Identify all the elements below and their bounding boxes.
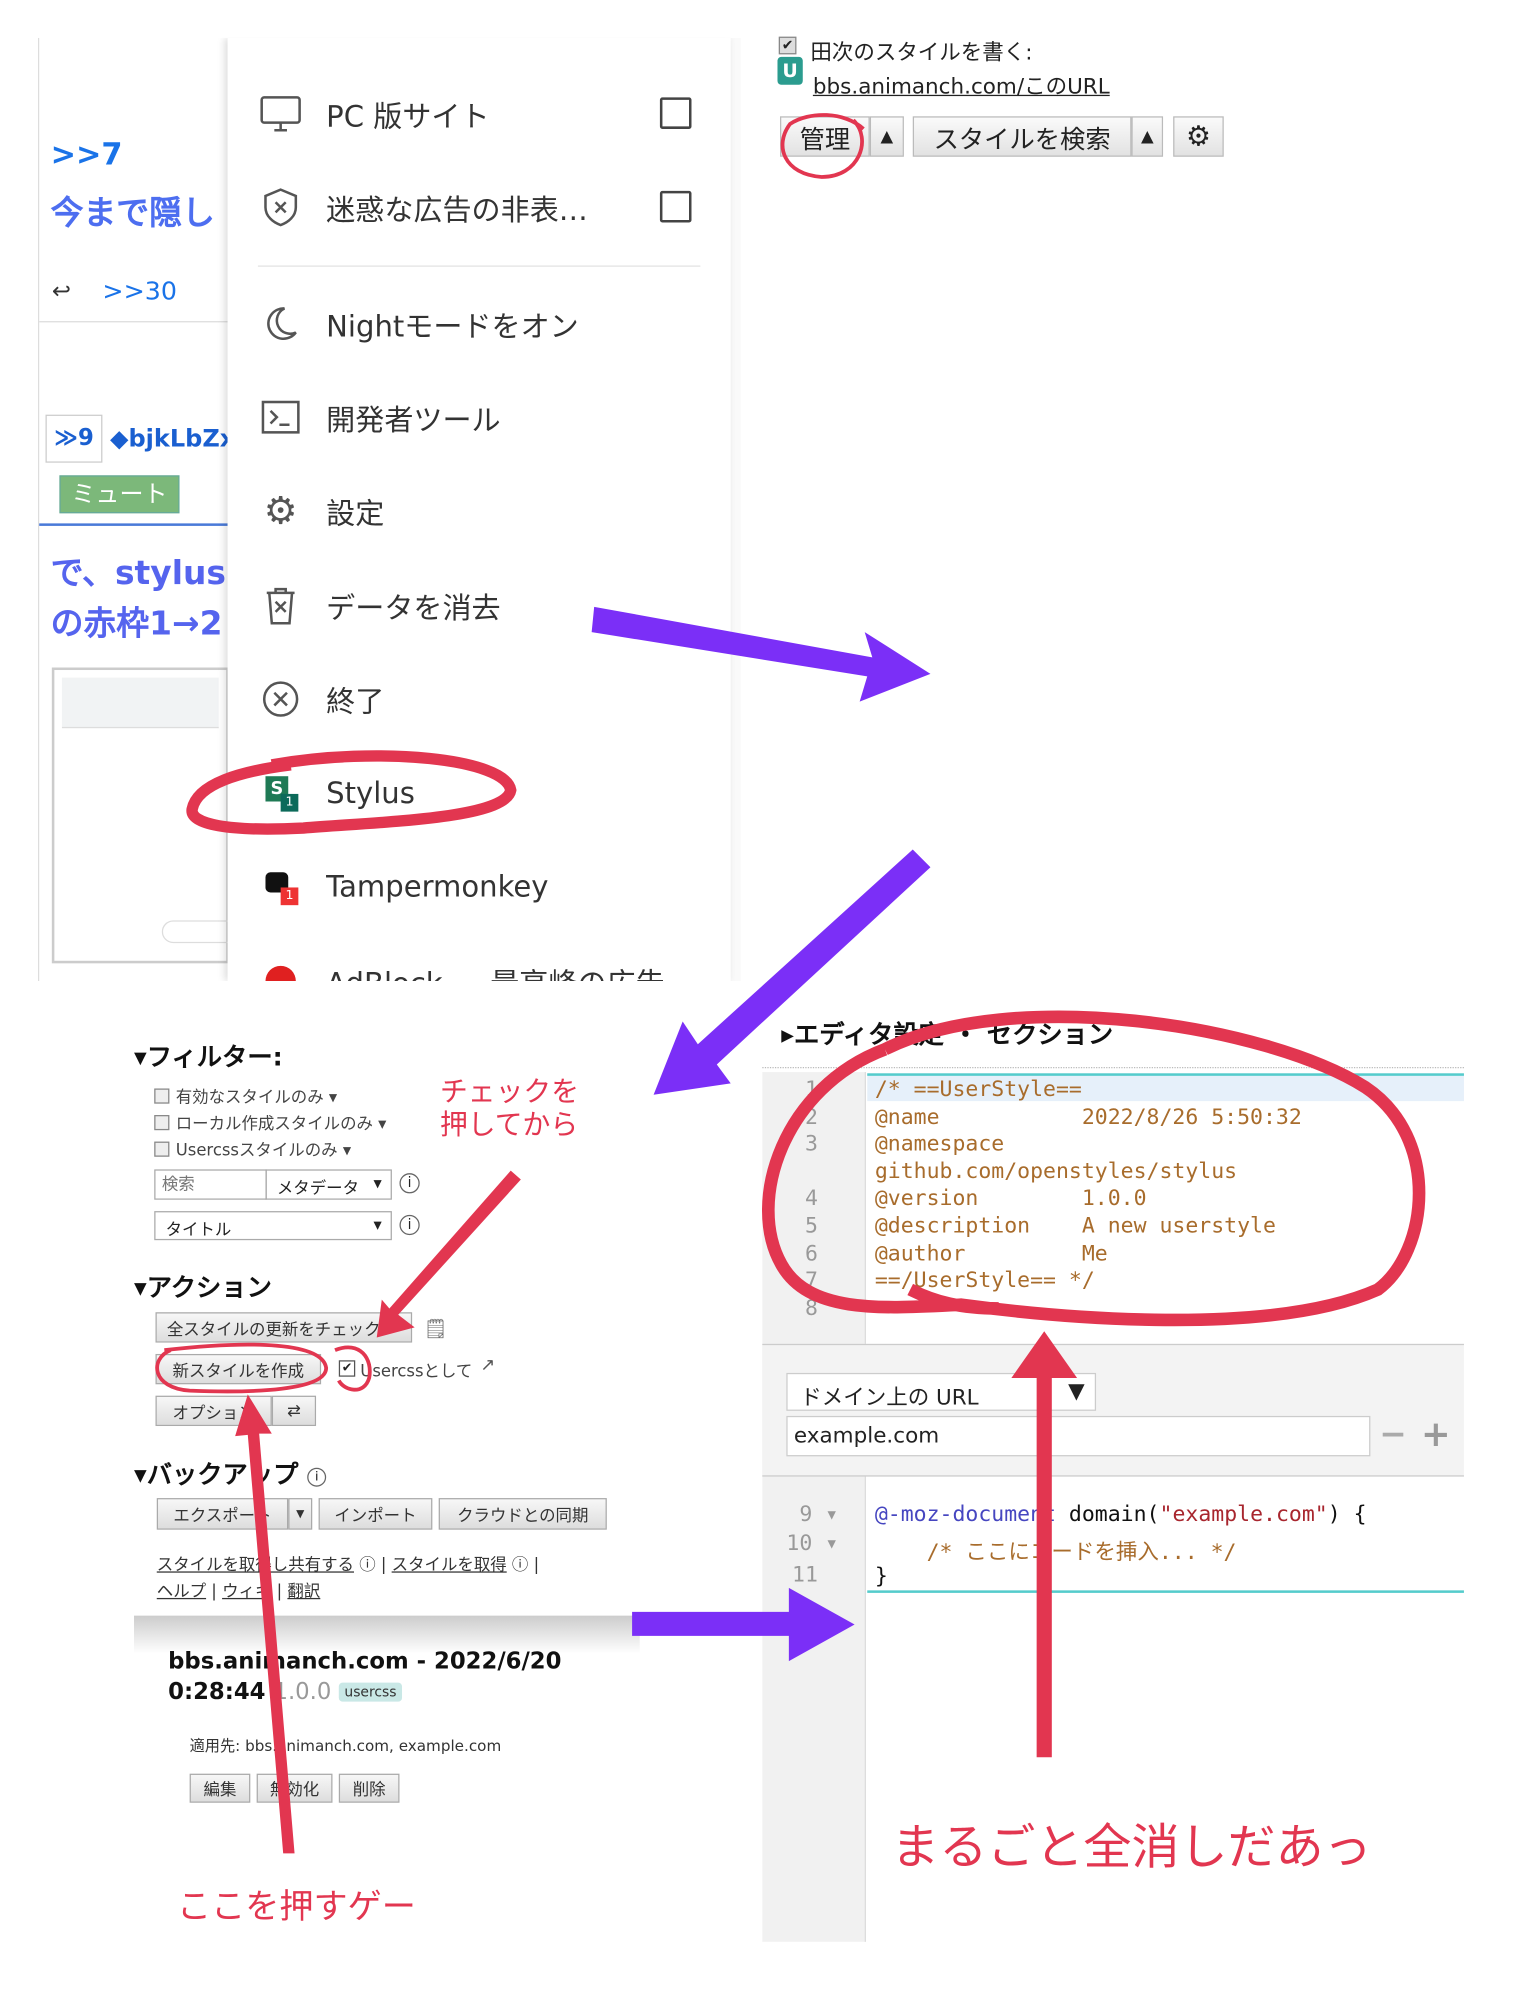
tutorial-collage: >>7 今まで隠し ↩ >>30 ≫9 ◆bjkLbZx ミュート で、styl… — [0, 0, 1517, 2000]
annotation-layer — [155, 113, 1426, 1854]
red-circle-header — [762, 1010, 1426, 1327]
annotation-delete-all: まるごと全消しだあっ — [891, 1819, 1372, 1875]
red-circle-manage — [780, 113, 865, 179]
annotation-check-first: チェックを 押してから — [439, 1077, 580, 1142]
annotation-press-here: ここを押すゲー — [176, 1887, 416, 1927]
purple-arrow — [632, 1587, 855, 1662]
red-arrow — [1011, 1331, 1078, 1758]
red-arrow — [235, 1394, 295, 1854]
red-arrow — [376, 1170, 521, 1338]
purple-arrow — [591, 606, 931, 702]
red-circle-stylus — [186, 750, 517, 835]
purple-arrow — [653, 849, 931, 1095]
red-circle-new-style — [155, 1342, 372, 1394]
